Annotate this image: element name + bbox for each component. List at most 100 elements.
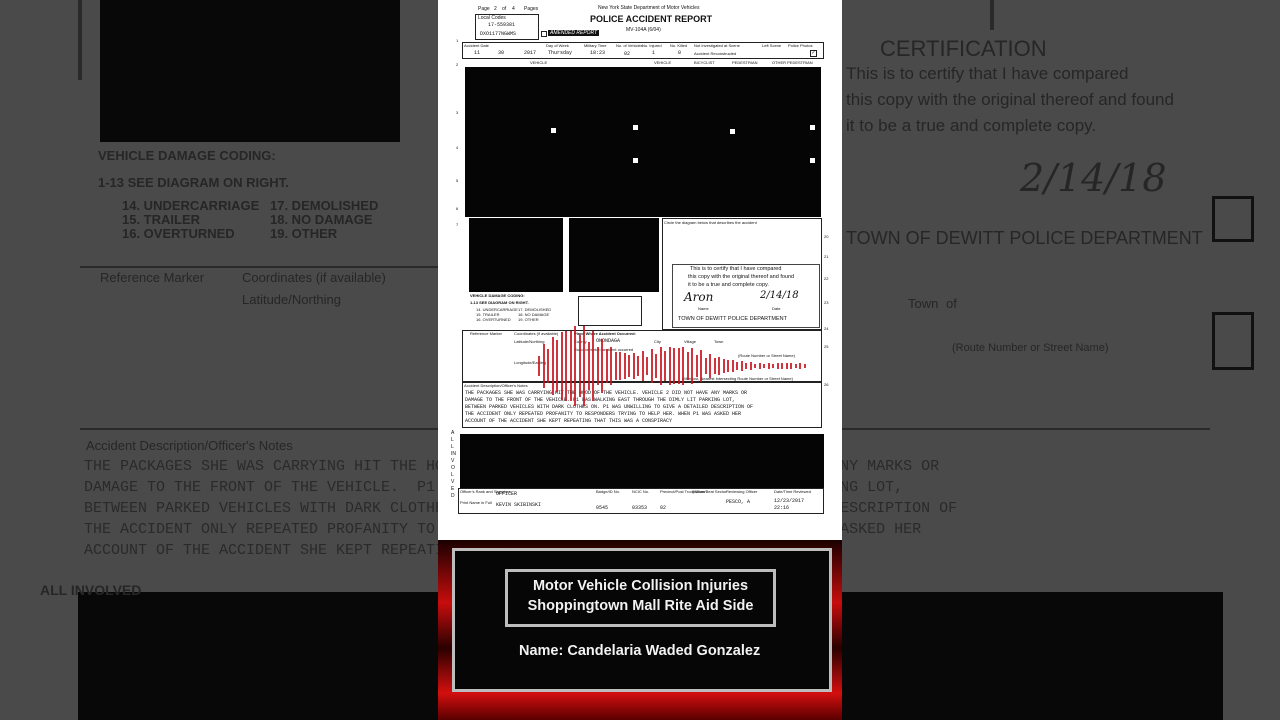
side-number: 6	[456, 206, 459, 211]
vehicle-damage-diagram	[578, 296, 642, 326]
bg-cert-line3: it to be a true and complete copy.	[846, 116, 1097, 135]
route-label: (Route Number or Street Name)	[738, 353, 795, 358]
review-date: 12/23/2017	[774, 498, 805, 504]
caption-name: Name: Candelaria Waded Gonzalez	[519, 643, 761, 659]
print-name-label: Print Name in Full	[460, 500, 492, 505]
accident-month: 11	[474, 50, 481, 56]
coordinates-label: Coordinates (if available)	[514, 331, 559, 336]
killed-count: 0	[678, 50, 682, 56]
bg-town-of: of	[946, 296, 957, 311]
waveform-bar	[605, 349, 608, 383]
vehicle-count: 02	[624, 51, 631, 57]
waveform-bar	[632, 352, 635, 380]
side-number: 26	[824, 382, 829, 387]
waveform-bar	[709, 353, 711, 379]
form-number: MV-104A (6/04)	[626, 27, 661, 33]
side-box	[1212, 196, 1254, 242]
waveform-bar	[560, 331, 563, 401]
datetime-label: Date/Time Reviewed	[774, 489, 811, 494]
caption-panel: Motor Vehicle Collision Injuries Shoppin…	[438, 540, 842, 720]
side-number: 25	[824, 344, 829, 349]
waveform-bar	[763, 363, 765, 369]
side-number: 2	[456, 62, 459, 67]
bg-reference-marker: Reference Marker	[100, 270, 205, 285]
reviewer-name: PESCO, A	[726, 499, 751, 505]
waveform-bar	[731, 360, 734, 372]
bg-damage-c16: 16. OVERTURNED	[122, 226, 235, 241]
side-number: 3	[456, 110, 459, 115]
side-number: 22	[824, 276, 829, 281]
date-label: Accident Date	[464, 43, 489, 48]
police-accident-report: Page 2 of 4 Pages New York State Departm…	[438, 0, 842, 540]
waveform-bar	[655, 353, 657, 379]
report-document-column: Page 2 of 4 Pages New York State Departm…	[438, 0, 842, 720]
bg-route-label: (Route Number or Street Name)	[952, 342, 1109, 354]
side-number: 5	[456, 178, 459, 183]
damage-c19: 19. OTHER	[518, 317, 539, 322]
redacted-vehicle-section	[465, 67, 821, 217]
redacted-vehicle1-panel	[469, 218, 563, 292]
ncic-label: NCIC No.	[632, 489, 650, 494]
amended-checkbox[interactable]	[541, 31, 547, 37]
officer-name: KEVIN SKIBINSKI	[496, 502, 542, 508]
city-label: City	[654, 339, 661, 344]
waveform-bar	[569, 330, 572, 402]
page-label: Page	[478, 6, 490, 12]
page-total: 4	[512, 6, 515, 12]
station-label: Station/Beat Sector	[692, 489, 727, 494]
redacted-involved-section	[460, 434, 824, 488]
bg-damage-line1: 1-13 SEE DIAGRAM ON RIGHT.	[98, 175, 289, 190]
waveform-bar	[565, 330, 567, 402]
cert-date-label: Date	[772, 306, 781, 311]
check-pedestrian: PEDESTRIAN	[732, 60, 758, 65]
waveform-bar	[596, 347, 599, 385]
waveform-bar	[704, 357, 707, 375]
waveform-bar	[677, 348, 680, 384]
check-vehicle: VEHICLE	[654, 60, 672, 65]
waveform-bar	[736, 361, 738, 371]
waveform-bar	[772, 363, 774, 369]
waveform-bar	[664, 350, 666, 382]
badge-number: 0545	[596, 505, 609, 511]
redaction-gap	[810, 125, 815, 130]
bg-damage-coding-title: VEHICLE DAMAGE CODING:	[98, 148, 276, 163]
bg-damage-c18: 18. NO DAMAGE	[270, 212, 373, 227]
photos-checkbox[interactable]: ✓	[810, 50, 817, 57]
reference-marker-label: Reference Marker	[470, 331, 503, 336]
divider	[80, 266, 440, 268]
waveform-bar	[623, 353, 626, 379]
bg-all-involved: ALL INVOLVED	[40, 582, 142, 598]
description-line-2: DAMAGE TO THE FRONT OF THE VEHICLE. P1 W…	[465, 397, 736, 403]
waveform-bar	[538, 356, 540, 376]
waveform-bar	[767, 362, 770, 370]
caption-title-line-2: Shoppingtown Mall Rite Aid Side	[527, 598, 754, 614]
description-label: Accident Description/Officer's Notes	[464, 383, 528, 388]
waveform-bar	[754, 363, 756, 369]
precinct-value: 02	[660, 505, 667, 511]
check-bicyclist: BICYCLIST	[694, 60, 715, 65]
bg-cert-department: TOWN OF DEWITT POLICE DEPARTMENT	[846, 228, 1203, 248]
bg-cert-date: 2/14/18	[1020, 156, 1167, 200]
redacted-block	[100, 0, 400, 142]
redaction-gap	[730, 129, 735, 134]
caption-frame: Motor Vehicle Collision Injuries Shoppin…	[452, 548, 832, 692]
pages-label: Pages	[524, 6, 539, 12]
photos-label: Police Photos	[788, 43, 813, 48]
bg-damage-c17: 17. DEMOLISHED	[270, 198, 379, 213]
accident-time: 18:23	[590, 50, 606, 56]
killed-label: No. Killed	[670, 43, 688, 48]
waveform-bar	[745, 362, 747, 370]
amended-label: AMENDED REPORT	[548, 30, 600, 36]
waveform-bar	[601, 339, 603, 393]
waveform-bar	[718, 356, 720, 376]
ncic-number: 03353	[632, 505, 648, 511]
description-line-5: ACCOUNT OF THE ACCIDENT SHE KEPT REPEATI…	[465, 418, 673, 424]
damage-coding-title: VEHICLE DAMAGE CODING:	[470, 293, 525, 298]
waveform-bar	[713, 358, 716, 374]
injured-label: No. Injured	[642, 43, 662, 48]
accident-year: 2017	[524, 50, 537, 56]
not-investigated-label: Not Investigated at Scene	[694, 43, 740, 48]
left-scene-label: Left Scene	[762, 43, 782, 48]
cert-line-1: This is to certify that I have compared	[690, 266, 782, 272]
side-number: 24	[824, 326, 829, 331]
